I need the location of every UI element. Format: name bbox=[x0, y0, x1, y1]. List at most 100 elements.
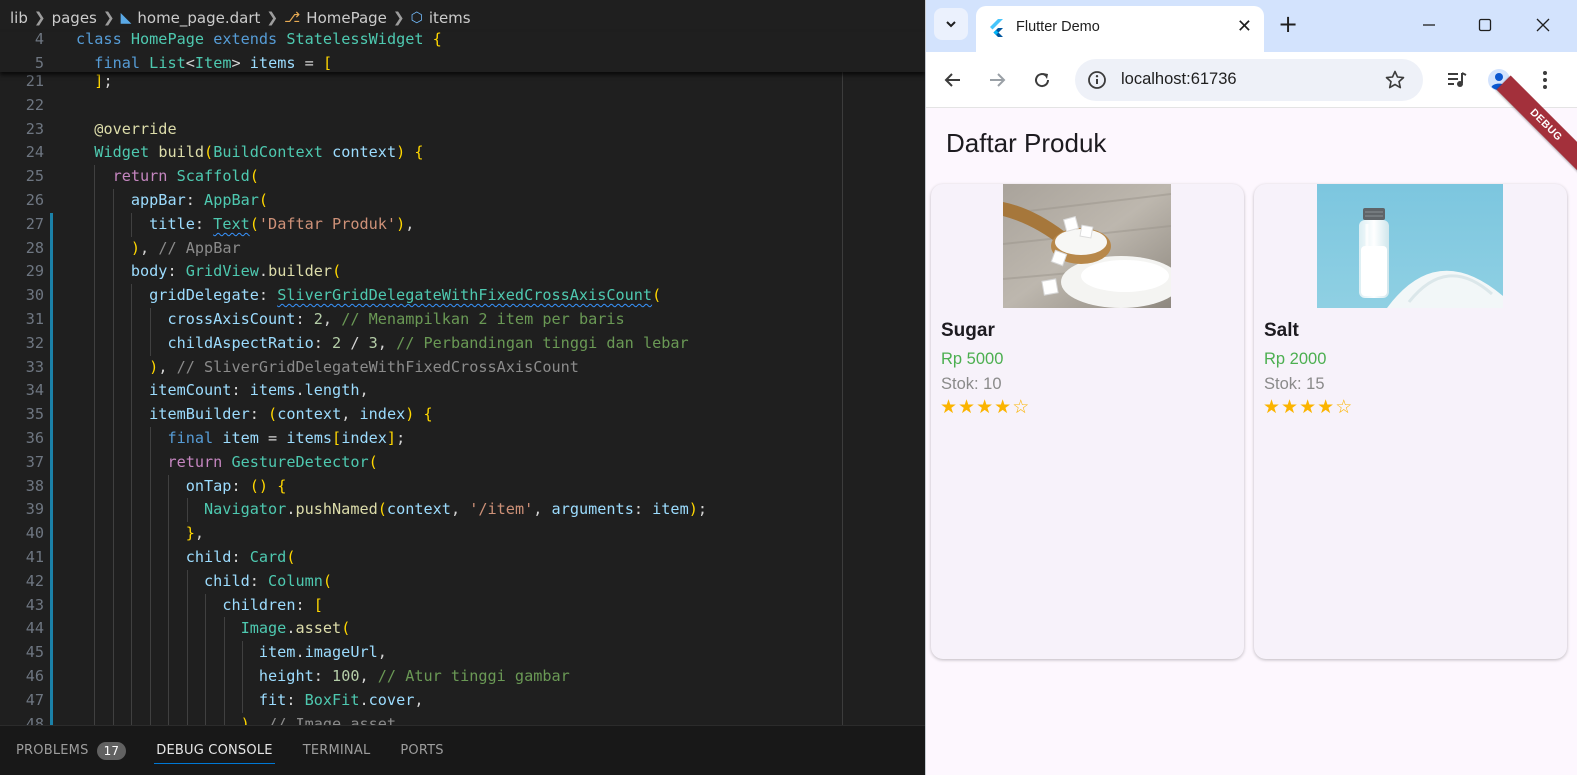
indent-guide bbox=[168, 522, 170, 546]
indent-guide bbox=[94, 546, 96, 570]
code-line[interactable]: 22 bbox=[0, 94, 925, 118]
indent-guide bbox=[94, 617, 96, 642]
breadcrumb-item-pages[interactable]: pages bbox=[52, 9, 97, 27]
code-line[interactable]: 39 Navigator.pushNamed(context, '/item',… bbox=[0, 498, 925, 522]
code-line[interactable]: 26 appBar: AppBar( bbox=[0, 189, 925, 213]
indent-guide bbox=[131, 379, 133, 404]
code-line[interactable]: 40 }, bbox=[0, 522, 925, 546]
indent-guide bbox=[112, 593, 114, 618]
indent-guide bbox=[205, 712, 207, 725]
indent-guide bbox=[168, 712, 170, 725]
code-line[interactable]: 28 ), // AppBar bbox=[0, 237, 925, 261]
product-card-salt[interactable]: Salt Rp 2000 Stok: 15 ★★★★☆ bbox=[1254, 184, 1567, 659]
minimize-button[interactable] bbox=[1416, 12, 1442, 38]
code-line[interactable]: 23 @override bbox=[0, 118, 925, 142]
code-line[interactable]: 27 title: Text('Daftar Produk'), bbox=[0, 213, 925, 237]
code-lines[interactable]: 21 ]; 22 23 @override 24 Widget build(Build… bbox=[0, 70, 925, 725]
code-line[interactable]: 38 onTap: () { bbox=[0, 475, 925, 499]
code-line[interactable]: 42 child: Column( bbox=[0, 570, 925, 594]
code-line[interactable]: 29 body: GridView.builder( bbox=[0, 260, 925, 284]
product-card-sugar[interactable]: Sugar Rp 5000 Stok: 10 ★★★★☆ bbox=[931, 184, 1244, 659]
indent-guide bbox=[149, 569, 151, 594]
line-number: 21 bbox=[25, 72, 44, 90]
line-number: 27 bbox=[25, 214, 44, 233]
chevron-right-icon: ❯ bbox=[33, 10, 46, 26]
indent-guide bbox=[223, 688, 225, 713]
line-number: 47 bbox=[25, 690, 44, 709]
sticky-code-line[interactable]: 4 class HomePage extends StatelessWidget … bbox=[0, 32, 925, 52]
code-line[interactable]: 36 final item = items[index]; bbox=[0, 427, 925, 451]
code-line[interactable]: 37 return GestureDetector( bbox=[0, 451, 925, 475]
new-tab-button[interactable]: + bbox=[1278, 12, 1298, 36]
line-number: 43 bbox=[25, 595, 44, 614]
reload-button[interactable] bbox=[1028, 66, 1056, 94]
browser-menu-button[interactable] bbox=[1531, 66, 1559, 94]
breadcrumb-item-lib[interactable]: lib bbox=[10, 9, 28, 27]
maximize-button[interactable] bbox=[1472, 12, 1498, 38]
sticky-scroll-header[interactable]: 4 class HomePage extends StatelessWidget … bbox=[0, 32, 925, 72]
code-line[interactable]: 31 crossAxisCount: 2, // Menampilkan 2 i… bbox=[0, 308, 925, 332]
indent-guide bbox=[205, 641, 207, 665]
code-line[interactable]: 43 children: [ bbox=[0, 594, 925, 618]
indent-guide bbox=[112, 450, 114, 475]
code-line[interactable]: 34 itemCount: items.length, bbox=[0, 379, 925, 403]
tab-search-button[interactable] bbox=[934, 8, 968, 40]
code-line[interactable]: 21 ]; bbox=[0, 70, 925, 94]
tab-ports[interactable]: PORTS bbox=[400, 726, 443, 775]
browser-tab[interactable]: Flutter Demo ✕ bbox=[976, 6, 1264, 52]
code-line[interactable]: 47 fit: BoxFit.cover, bbox=[0, 689, 925, 713]
product-price: Rp 2000 bbox=[1264, 350, 1327, 368]
indent-guide bbox=[242, 688, 244, 713]
code-line[interactable]: 33 ), // SliverGridDelegateWithFixedCros… bbox=[0, 356, 925, 380]
breadcrumb-item-file[interactable]: home_page.dart bbox=[137, 9, 260, 27]
code-line[interactable]: 25 return Scaffold( bbox=[0, 165, 925, 189]
code-line[interactable]: 24 Widget build(BuildContext context) { bbox=[0, 141, 925, 165]
breadcrumb-item-class[interactable]: HomePage bbox=[306, 9, 387, 27]
indent-guide bbox=[94, 284, 96, 308]
code-editor[interactable]: lib ❯ pages ❯ ◣ home_page.dart ❯ ⎇ HomeP… bbox=[0, 0, 925, 775]
code-line[interactable]: 30 gridDelegate: SliverGridDelegateWithF… bbox=[0, 284, 925, 308]
code-text: Navigator.pushNamed(context, '/item', ar… bbox=[204, 500, 708, 519]
minimize-icon bbox=[1423, 24, 1435, 26]
indent-guide bbox=[94, 593, 96, 618]
indent-guide bbox=[131, 403, 133, 427]
line-number: 30 bbox=[25, 286, 44, 305]
code-line[interactable]: 35 itemBuilder: (context, index) { bbox=[0, 403, 925, 427]
indent-guide bbox=[242, 665, 244, 689]
star-icon[interactable] bbox=[1385, 70, 1405, 90]
indent-guide bbox=[168, 569, 170, 594]
indent-guide bbox=[149, 593, 151, 618]
code-line[interactable]: 32 childAspectRatio: 2 / 3, // Perbandin… bbox=[0, 332, 925, 356]
line-number: 5 bbox=[34, 53, 44, 72]
indent-guide bbox=[131, 474, 133, 499]
code-line[interactable]: 46 height: 100, // Atur tinggi gambar bbox=[0, 665, 925, 689]
address-bar[interactable]: localhost:61736 bbox=[1075, 59, 1423, 101]
media-controls-button[interactable] bbox=[1443, 66, 1471, 94]
code-line[interactable]: 45 item.imageUrl, bbox=[0, 641, 925, 665]
indent-guide bbox=[186, 712, 188, 725]
git-change-indicator[interactable] bbox=[50, 212, 53, 725]
forward-button[interactable] bbox=[983, 66, 1011, 94]
code-text: body: GridView.builder( bbox=[130, 262, 342, 281]
code-line[interactable]: 41 child: Card( bbox=[0, 546, 925, 570]
tab-debug-console[interactable]: DEBUG CONSOLE bbox=[154, 726, 276, 775]
back-button[interactable] bbox=[939, 66, 967, 94]
sticky-code-line[interactable]: 5 final List<Item> items = [ bbox=[0, 52, 925, 72]
indent-guide bbox=[223, 712, 225, 725]
close-icon[interactable]: ✕ bbox=[1237, 16, 1252, 37]
indent-guide bbox=[168, 665, 170, 689]
star-rating: ★★★★☆ bbox=[940, 396, 1030, 418]
indent-guide bbox=[112, 688, 114, 713]
site-info-icon[interactable] bbox=[1087, 70, 1107, 90]
window-close-button[interactable] bbox=[1530, 12, 1556, 38]
tab-problems[interactable]: PROBLEMS 17 bbox=[16, 726, 127, 775]
breadcrumb-item-field[interactable]: items bbox=[429, 9, 471, 27]
tab-terminal[interactable]: TERMINAL bbox=[303, 726, 371, 775]
maximize-icon bbox=[1478, 18, 1492, 32]
star-filled-icon: ★ bbox=[994, 396, 1013, 418]
indent-guide bbox=[168, 498, 170, 523]
code-line[interactable]: 48 ), // Image.asset bbox=[0, 713, 925, 725]
indent-guide bbox=[94, 189, 96, 213]
code-text: itemCount: items.length, bbox=[149, 381, 369, 400]
code-line[interactable]: 44 Image.asset( bbox=[0, 617, 925, 641]
